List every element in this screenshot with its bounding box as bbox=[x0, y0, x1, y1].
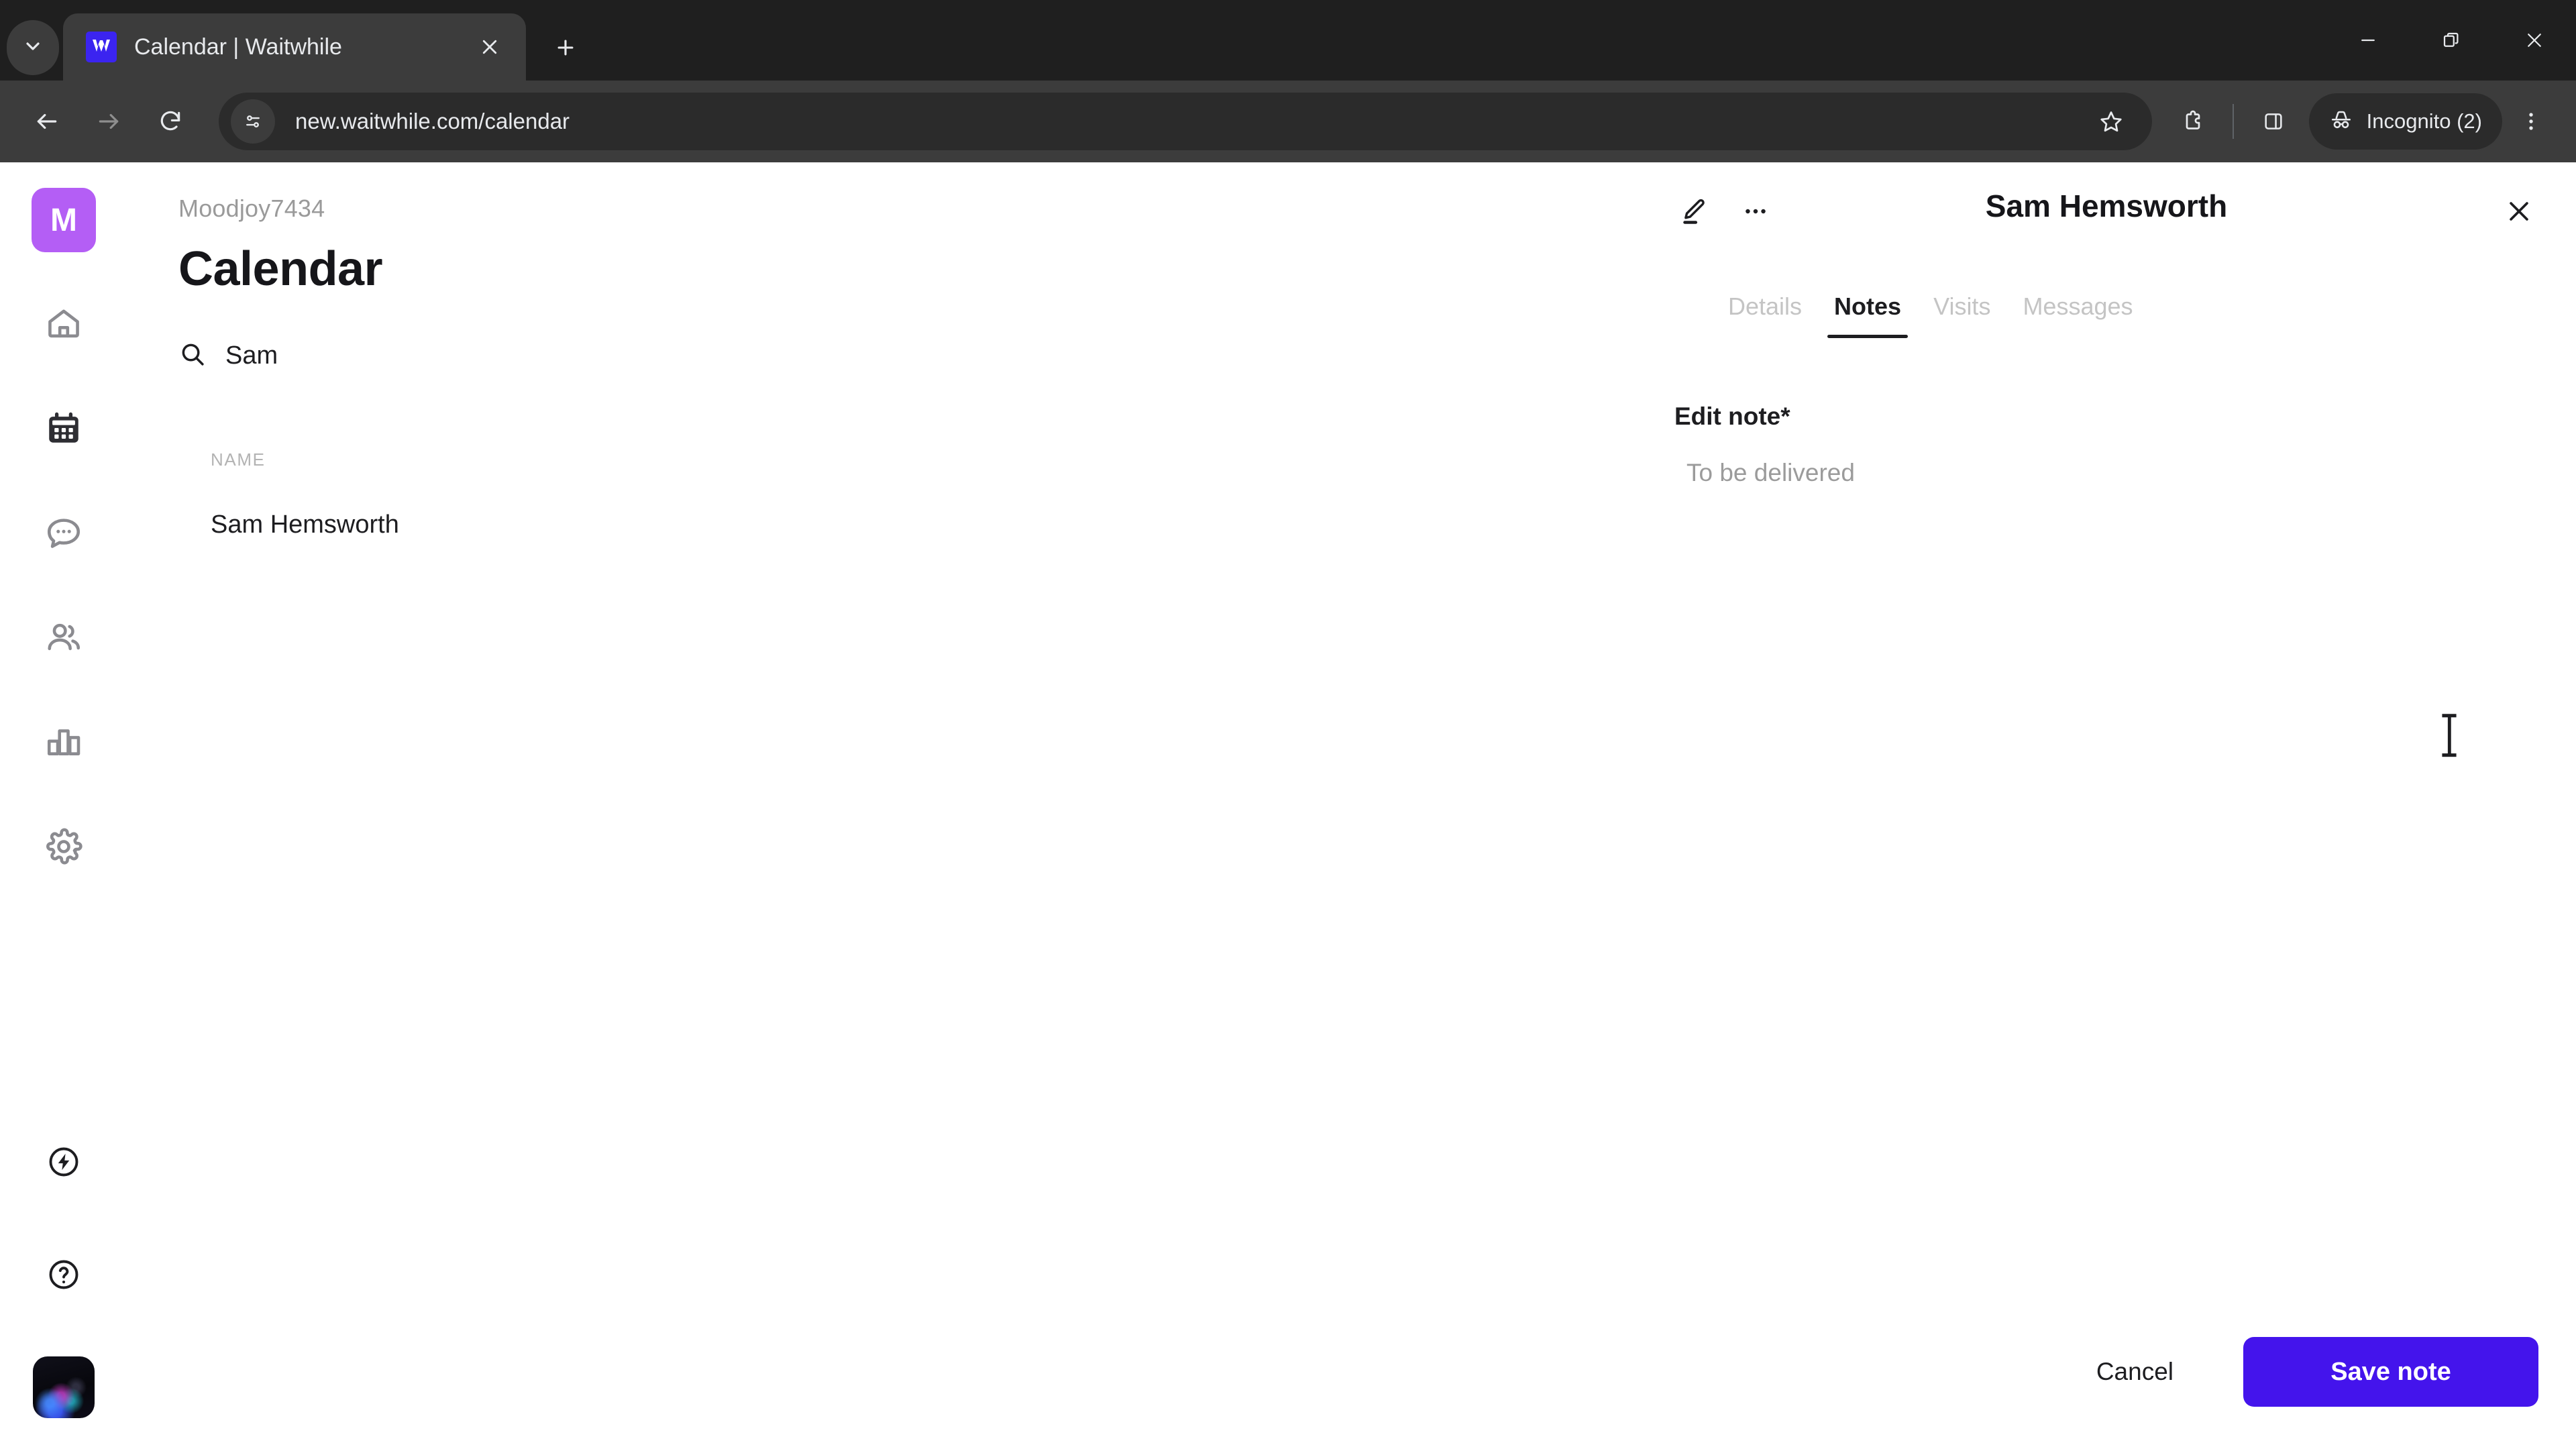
user-avatar[interactable] bbox=[33, 1356, 95, 1418]
extensions-icon[interactable] bbox=[2164, 93, 2222, 150]
sidebar-item-whats-new[interactable] bbox=[32, 1131, 96, 1195]
save-note-button[interactable]: Save note bbox=[2243, 1337, 2538, 1407]
app-window: M Moodjoy7434 Calendar Sam NAME Sam Hems… bbox=[0, 162, 2576, 1449]
workspace-avatar[interactable]: M bbox=[32, 188, 96, 252]
tab-search-button[interactable] bbox=[7, 20, 59, 75]
tab-title: Calendar | Waitwhile bbox=[134, 34, 342, 60]
incognito-icon bbox=[2329, 108, 2353, 136]
panel-footer: Cancel Save note bbox=[1637, 1322, 2576, 1449]
reload-button[interactable] bbox=[140, 91, 201, 152]
bolt-circle-icon bbox=[46, 1144, 81, 1183]
edit-note-label: Edit note* bbox=[1674, 402, 2538, 431]
panel-header-actions bbox=[1669, 188, 1780, 237]
window-minimize-button[interactable] bbox=[2326, 0, 2410, 80]
tab-close-button[interactable] bbox=[471, 28, 508, 66]
url-text: new.waitwhile.com/calendar bbox=[295, 109, 570, 133]
edit-note-label-text: Edit note bbox=[1674, 402, 1781, 430]
sidebar-item-home[interactable] bbox=[32, 292, 96, 357]
profile-label: Incognito (2) bbox=[2366, 109, 2482, 133]
browser-menu-icon[interactable] bbox=[2502, 93, 2560, 150]
back-button[interactable] bbox=[16, 91, 78, 152]
tab-messages[interactable]: Messages bbox=[2006, 292, 2149, 338]
more-options-button[interactable] bbox=[1731, 188, 1780, 237]
waitwhile-favicon bbox=[86, 32, 117, 62]
cancel-button[interactable]: Cancel bbox=[2067, 1340, 2203, 1403]
toolbar-divider bbox=[2232, 104, 2234, 139]
tab-visits[interactable]: Visits bbox=[1917, 292, 2006, 338]
gear-icon bbox=[44, 827, 83, 869]
sidebar-item-settings[interactable] bbox=[32, 816, 96, 880]
calendar-icon bbox=[44, 409, 83, 451]
browser-chrome: Calendar | Waitwhile new.waitwhile.com/c… bbox=[0, 0, 2576, 162]
tab-details[interactable]: Details bbox=[1712, 292, 1818, 338]
search-input[interactable]: Sam bbox=[225, 341, 278, 370]
customer-detail-panel: Sam Hemsworth Details Notes Visits Messa… bbox=[1637, 162, 2576, 1449]
customer-name-cell: Sam Hemsworth bbox=[211, 511, 399, 539]
sidebar-bottom bbox=[32, 1131, 96, 1449]
chat-bubble-icon bbox=[44, 513, 83, 555]
sidebar-item-customers[interactable] bbox=[32, 606, 96, 671]
sidebar-item-calendar[interactable] bbox=[32, 397, 96, 462]
side-panel-icon[interactable] bbox=[2245, 93, 2302, 150]
question-circle-icon bbox=[46, 1257, 81, 1295]
three-dots-horizontal-icon bbox=[1741, 197, 1770, 229]
tab-strip: Calendar | Waitwhile bbox=[0, 0, 2576, 80]
new-tab-button[interactable] bbox=[542, 24, 589, 71]
site-settings-icon[interactable] bbox=[231, 99, 275, 144]
people-icon bbox=[44, 618, 83, 660]
sidebar-nav: M bbox=[0, 162, 127, 1449]
profile-incognito-pill[interactable]: Incognito (2) bbox=[2308, 93, 2502, 150]
forward-button[interactable] bbox=[78, 91, 140, 152]
window-restore-button[interactable] bbox=[2410, 0, 2493, 80]
browser-tab[interactable]: Calendar | Waitwhile bbox=[63, 13, 526, 80]
tab-notes[interactable]: Notes bbox=[1818, 292, 1917, 338]
search-icon bbox=[178, 340, 207, 372]
home-icon bbox=[44, 304, 83, 346]
notes-tab-panel: Edit note* To be delivered bbox=[1637, 338, 2576, 1322]
window-controls bbox=[2326, 0, 2576, 80]
window-close-button[interactable] bbox=[2493, 0, 2576, 80]
edit-customer-button[interactable] bbox=[1669, 188, 1719, 237]
sidebar-item-help[interactable] bbox=[32, 1244, 96, 1308]
bookmark-star-icon[interactable] bbox=[2082, 93, 2140, 150]
browser-toolbar: new.waitwhile.com/calendar Incognito (2) bbox=[0, 80, 2576, 162]
panel-header: Sam Hemsworth bbox=[1637, 162, 2576, 263]
address-bar[interactable]: new.waitwhile.com/calendar bbox=[219, 93, 2152, 150]
panel-tabs: Details Notes Visits Messages bbox=[1637, 263, 2576, 338]
sidebar-item-analytics[interactable] bbox=[32, 711, 96, 775]
close-icon bbox=[2504, 197, 2534, 229]
pencil-edit-icon bbox=[1679, 197, 1709, 229]
required-asterisk: * bbox=[1780, 402, 1790, 430]
close-panel-button[interactable] bbox=[2494, 188, 2544, 237]
chevron-down-icon bbox=[22, 36, 44, 60]
bar-chart-icon bbox=[44, 722, 83, 765]
sidebar-item-messages[interactable] bbox=[32, 502, 96, 566]
edit-note-input[interactable]: To be delivered bbox=[1674, 459, 2538, 499]
